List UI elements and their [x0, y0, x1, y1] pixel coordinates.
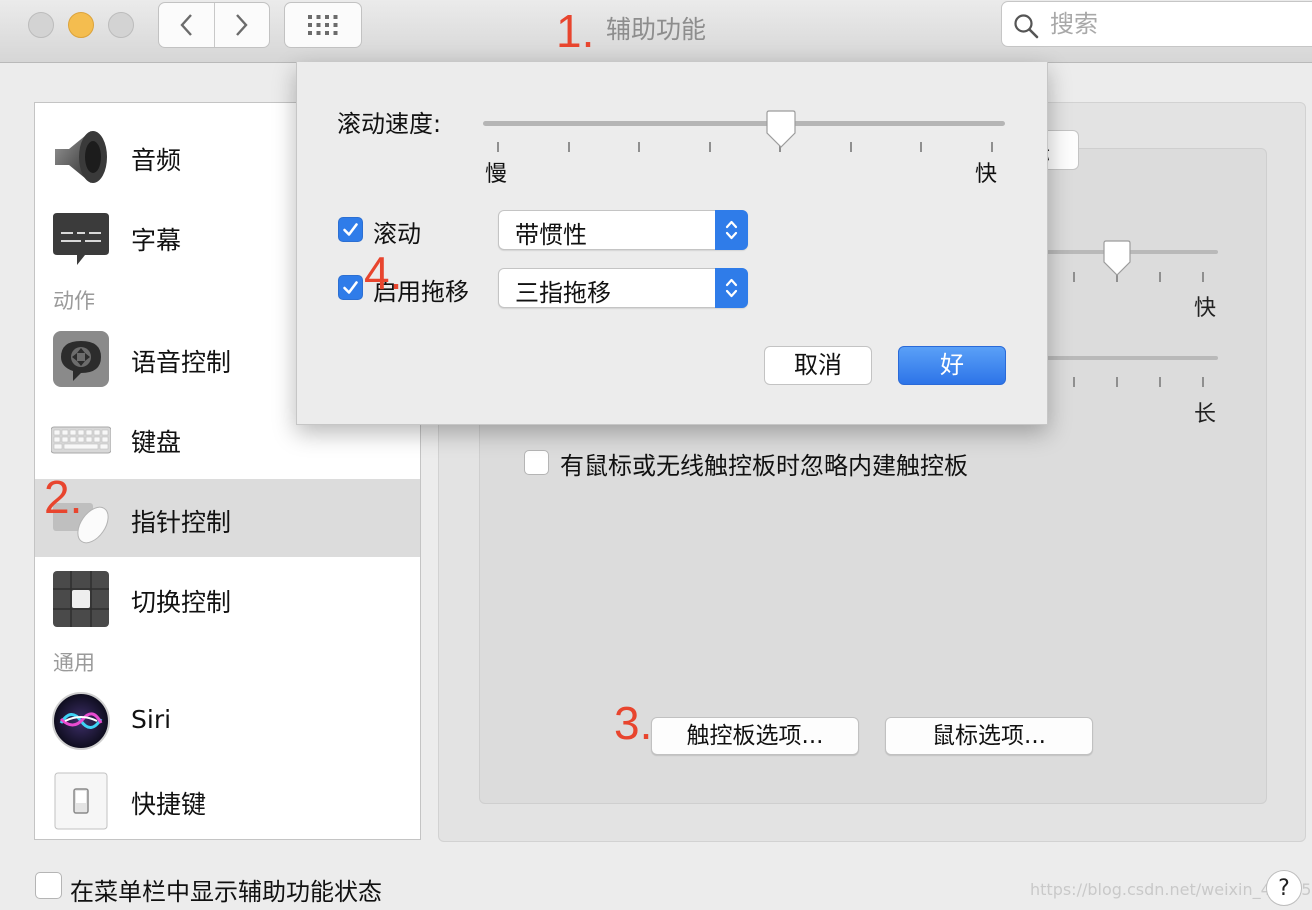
select-value: 三指拖移: [515, 279, 611, 307]
sidebar-item-label: 切换控制: [131, 588, 232, 617]
switch-control-icon: [53, 571, 109, 627]
chevron-up-down-icon: [725, 220, 738, 240]
slider-max-label: 长: [1194, 402, 1217, 427]
sidebar-item-label: 字幕: [131, 226, 182, 255]
scroll-label: 滚动: [373, 220, 421, 248]
slider-tick: [497, 142, 499, 152]
help-button[interactable]: ?: [1266, 870, 1302, 906]
section-header-motor: 动作: [53, 289, 95, 313]
search-input[interactable]: [1048, 8, 1292, 40]
trackpad-options-button[interactable]: 触控板选项...: [651, 717, 859, 755]
voice-control-icon: [53, 331, 109, 387]
select-value: 带惯性: [515, 221, 587, 249]
sidebar-item-label: 指针控制: [131, 508, 232, 537]
shortcut-icon: [54, 772, 108, 830]
captions-icon: [53, 213, 109, 265]
sidebar-item-siri[interactable]: Siri: [35, 681, 420, 759]
slider-knob[interactable]: [1101, 240, 1133, 278]
slider-tick: [1159, 272, 1161, 282]
search-field[interactable]: [1001, 1, 1312, 47]
drag-style-select[interactable]: 三指拖移: [498, 268, 748, 308]
sidebar-item-label: Siri: [131, 705, 172, 734]
slider-tick: [1073, 377, 1075, 387]
slider-tick: [638, 142, 641, 152]
scroll-speed-min-label: 慢: [485, 162, 508, 187]
mouse-options-button[interactable]: 鼠标选项...: [885, 717, 1093, 755]
sidebar-item-switch-control[interactable]: 切换控制: [35, 559, 420, 637]
show-in-menu-bar-label: 在菜单栏中显示辅助功能状态: [70, 878, 382, 906]
chevron-up-down-icon: [725, 278, 738, 298]
checkmark-icon: [343, 223, 358, 236]
scroll-speed-knob[interactable]: [764, 110, 798, 150]
sidebar-item-label: 快捷键: [131, 790, 207, 819]
slider-tick: [1116, 377, 1118, 387]
scroll-inertia-select[interactable]: 带惯性: [498, 210, 748, 250]
checkmark-icon: [343, 281, 358, 294]
spring-loading-delay-slider[interactable]: [1046, 356, 1218, 360]
annotation-2: 2.: [44, 471, 83, 523]
enable-dragging-checkbox[interactable]: [338, 275, 363, 300]
cancel-button[interactable]: 取消: [764, 346, 872, 385]
scroll-speed-label: 滚动速度:: [337, 110, 442, 138]
trackpad-options-sheet: 滚动速度: 慢 快 滚动 带惯性 启用拖移 三指拖移 取消 好: [296, 62, 1048, 425]
title-bar: 辅助功能: [0, 0, 1312, 63]
search-icon: [1014, 14, 1039, 39]
slider-tick: [920, 142, 923, 152]
ignore-builtin-trackpad-checkbox[interactable]: [524, 450, 549, 475]
sidebar-item-pointer-control[interactable]: 指针控制: [35, 479, 420, 557]
slider-tick: [1202, 272, 1204, 282]
scroll-speed-max-label: 快: [975, 162, 998, 187]
ok-button[interactable]: 好: [898, 346, 1006, 385]
slider-tick: [991, 142, 993, 152]
slider-tick: [567, 142, 570, 152]
slider-tick: [1159, 377, 1161, 387]
slider-tick: [1073, 272, 1075, 282]
select-arrows: [715, 210, 748, 250]
slider-tick: [849, 142, 852, 152]
annotation-3: 3.: [614, 697, 653, 749]
annotation-4: 4.: [364, 247, 403, 299]
slider-max-label: 快: [1194, 296, 1217, 321]
scroll-checkbox[interactable]: [338, 217, 363, 242]
show-in-menu-bar-checkbox[interactable]: [35, 872, 62, 899]
slider-tick: [1202, 377, 1204, 387]
annotation-1: 1.: [556, 5, 595, 57]
sidebar-item-shortcut[interactable]: 快捷键: [35, 761, 420, 839]
sidebar-item-label: 语音控制: [131, 348, 232, 377]
keyboard-icon: [51, 426, 111, 454]
siri-icon: [52, 692, 110, 750]
select-arrows: [715, 268, 748, 308]
ignore-builtin-trackpad-label: 有鼠标或无线触控板时忽略内建触控板: [560, 452, 968, 480]
scroll-speed-slider[interactable]: [483, 121, 1005, 126]
sidebar-item-label: 键盘: [131, 428, 182, 457]
slider-tick: [708, 142, 711, 152]
sidebar-item-label: 音频: [131, 146, 182, 175]
speaker-icon: [55, 131, 107, 183]
section-header-general: 通用: [53, 651, 95, 675]
